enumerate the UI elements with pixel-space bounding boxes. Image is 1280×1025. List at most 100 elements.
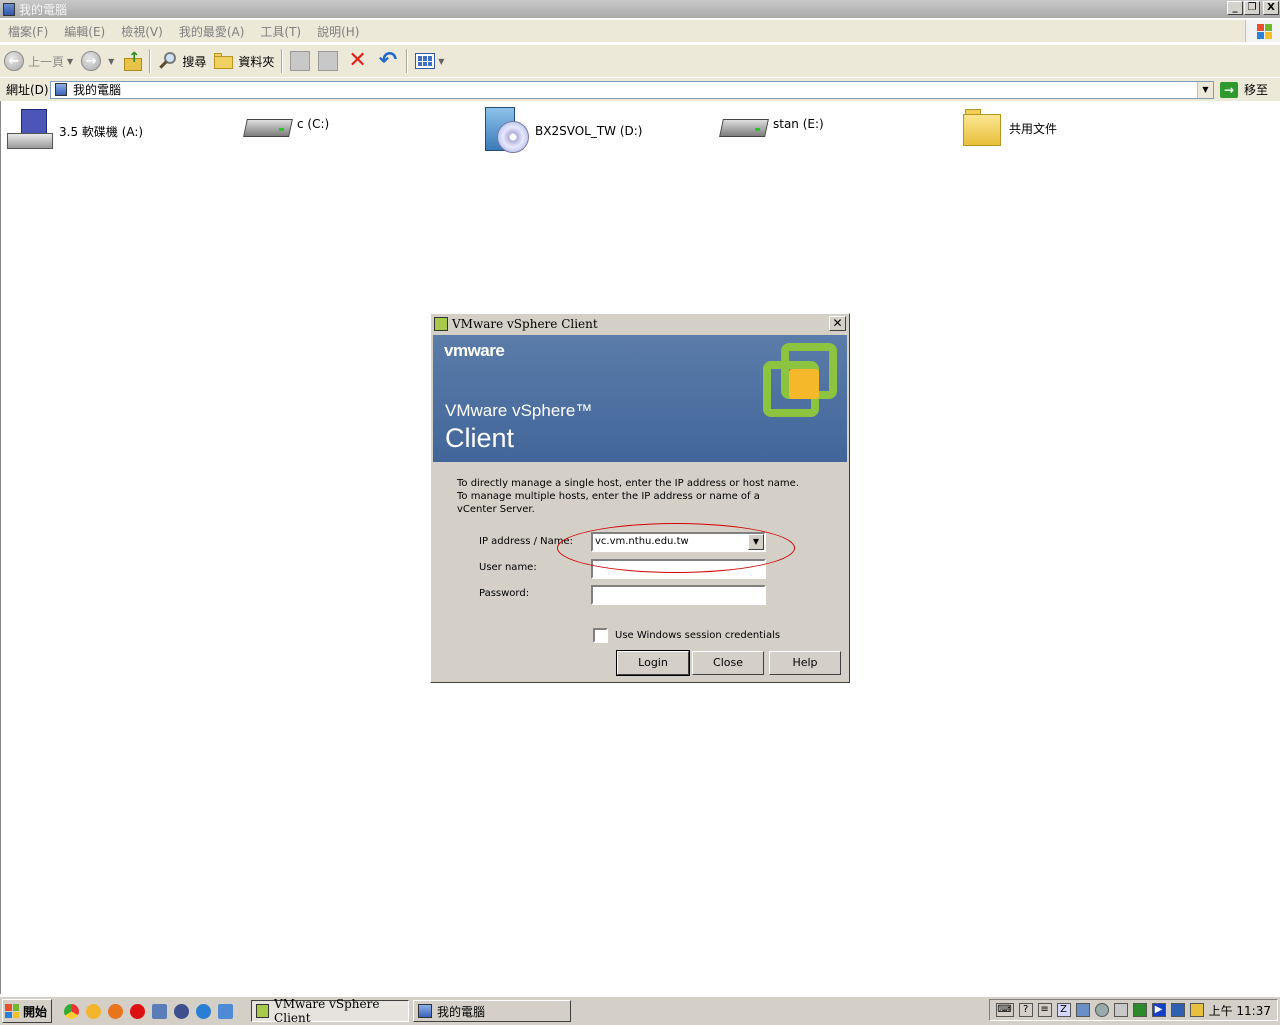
clock[interactable]: 上午 11:37 [1209,1002,1271,1019]
chrome-icon[interactable] [64,1003,80,1019]
forward-dropdown-icon[interactable]: ▼ [108,57,114,66]
disc-icon[interactable] [1094,1003,1109,1017]
toolbar-separator [406,49,409,73]
shared-documents-item[interactable]: 共用文件 [963,109,1057,147]
drive-item-e[interactable]: stan (E:) [719,109,824,139]
dialog-instructions: To directly manage a single host, enter … [457,477,817,516]
virtualbox-icon[interactable] [152,1003,168,1019]
media-player-icon[interactable] [174,1003,190,1019]
shared-folder-icon [963,109,1003,147]
drive-item-d[interactable]: BX2SVOL_TW (D:) [483,107,643,155]
task-label: 我的電腦 [437,1004,486,1019]
up-folder-button[interactable]: ↑ [118,48,146,74]
network-icon[interactable] [1075,1003,1090,1017]
views-button[interactable]: ▼ [411,48,448,74]
security-shield-icon[interactable] [1189,1003,1204,1017]
username-label: User name: [479,562,537,573]
cd-drive-icon [483,107,529,155]
drive-item-floppy[interactable]: 3.5 軟碟機 (A:) [7,109,143,153]
intro-line: To manage multiple hosts, enter the IP a… [457,491,760,502]
vsphere-app-icon [434,317,448,331]
close-button[interactable]: Close [692,651,764,675]
vsphere-banner: vmware VMware vSphere™ Client [433,335,847,462]
close-window-button[interactable]: X [1263,1,1279,15]
monitor-icon[interactable] [1170,1003,1185,1017]
menu-favorites[interactable]: 我的最愛(A) [171,23,253,40]
views-icon [415,53,436,69]
window-title: 我的電腦 [19,2,68,17]
toolbar-separator [149,49,152,73]
menu-bar: 檔案(F) 編輯(E) 檢視(V) 我的最愛(A) 工具(T) 說明(H) [0,20,1280,43]
undo-icon[interactable]: ↶ [379,50,397,72]
outlook-icon[interactable] [218,1003,234,1019]
floppy-drive-icon [7,109,53,153]
help-icon[interactable]: ? [1018,1003,1033,1017]
play-icon[interactable]: ▶ [1151,1003,1166,1017]
login-button[interactable]: Login [616,650,690,676]
task-vsphere-client[interactable]: VMware vSphere Client [251,997,410,1025]
ip-address-combobox[interactable]: vc.vm.nthu.edu.tw ▼ [591,532,766,552]
keyboard-icon[interactable]: ⌨ [995,1003,1014,1017]
z-app-icon[interactable]: Z [1056,1003,1071,1017]
safely-remove-icon[interactable] [1113,1003,1128,1017]
quick-launch [64,1003,234,1019]
menu-tools[interactable]: 工具(T) [252,23,309,40]
drive-label: 共用文件 [1009,121,1058,136]
search-label: 搜尋 [182,54,207,69]
product-client: Client [445,423,515,453]
menu-help[interactable]: 說明(H) [309,23,367,40]
dialog-close-icon[interactable]: ✕ [829,316,846,331]
forward-arrow-icon: → [81,51,102,71]
go-arrow-icon: → [1220,81,1238,98]
back-button[interactable]: ← 上一頁 ▼ [0,48,77,74]
task-my-computer[interactable]: 我的電腦 [413,1000,572,1022]
windows-flag-icon [5,1004,19,1018]
address-dropdown-icon[interactable]: ▼ [1197,81,1213,98]
session-credentials-option[interactable]: Use Windows session credentials [593,628,780,643]
help-button[interactable]: Help [769,651,841,675]
search-button[interactable]: 搜尋 [154,48,210,74]
opera-icon[interactable] [130,1003,146,1019]
hard-drive-icon [719,115,769,139]
delete-icon[interactable]: ✕ [348,50,366,72]
menu-view[interactable]: 檢視(V) [113,23,171,40]
address-input[interactable]: 我的電腦 ▼ [50,80,1214,99]
go-button[interactable]: → 移至 [1220,81,1268,98]
back-label: 上一頁 [28,54,65,69]
drive-label: c (C:) [297,117,330,131]
views-dropdown-icon[interactable]: ▼ [438,57,444,66]
drive-label: BX2SVOL_TW (D:) [535,124,643,138]
start-button[interactable]: 開始 [2,999,53,1023]
session-credentials-checkbox[interactable] [593,628,608,643]
firefox-icon[interactable] [108,1003,124,1019]
drive-item-c[interactable]: c (C:) [243,109,330,139]
copy-to-icon[interactable] [318,51,339,71]
restore-button[interactable]: ❐ [1244,1,1260,15]
ip-address-value: vc.vm.nthu.edu.tw [595,536,689,547]
forward-button[interactable]: → ▼ [77,48,118,74]
dialog-title: VMware vSphere Client [452,317,598,331]
internet-explorer-icon[interactable] [196,1003,212,1019]
move-to-icon[interactable] [290,51,311,71]
password-input[interactable] [591,585,766,605]
minimize-button[interactable]: _ [1227,1,1243,15]
ip-address-label: IP address / Name: [479,536,574,547]
language-icon[interactable]: ≡ [1037,1003,1052,1017]
vsphere-app-icon [256,1004,270,1018]
start-label: 開始 [23,1004,48,1019]
dialog-titlebar: VMware vSphere Client [431,314,849,334]
back-dropdown-icon[interactable]: ▼ [67,57,73,66]
vsphere-login-dialog: VMware vSphere Client ✕ vmware VMware vS… [430,313,850,683]
menu-file[interactable]: 檔案(F) [0,23,56,40]
menu-edit[interactable]: 編輯(E) [56,23,113,40]
address-value: 我的電腦 [73,83,122,97]
my-computer-icon [55,83,67,96]
window-controls: _ ❐ X [1227,1,1279,15]
username-input[interactable] [591,559,766,579]
standard-toolbar: ← 上一頁 ▼ → ▼ ↑ 搜尋 資料夾 ✕ ↶ ▼ [0,44,1280,78]
folders-button[interactable]: 資料夾 [210,48,278,74]
vsphere-emblem-icon [763,343,839,419]
green-app-icon[interactable] [1132,1003,1147,1017]
ip-dropdown-icon[interactable]: ▼ [748,534,764,550]
clock-icon[interactable] [86,1003,102,1019]
